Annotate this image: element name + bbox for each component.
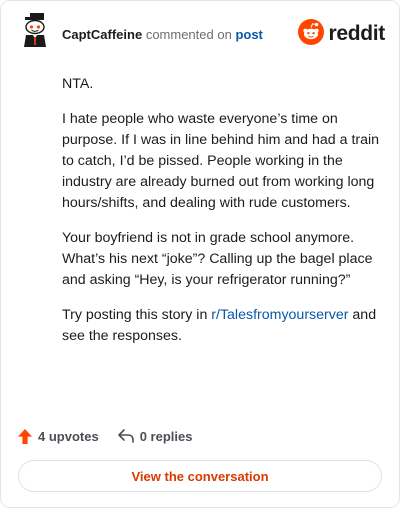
reply-button[interactable]: 0 replies	[117, 428, 193, 444]
upvote-arrow-icon	[17, 428, 33, 445]
comment-card: CaptCaffeine commented on post reddit NT…	[0, 0, 400, 508]
subreddit-link[interactable]: r/Talesfromyourserver	[211, 307, 348, 323]
reply-arrow-icon	[117, 428, 135, 444]
comment-paragraph: Your boyfriend is not in grade school an…	[62, 230, 373, 288]
comment-header: CaptCaffeine commented on post reddit	[1, 1, 399, 65]
comment-actions: 4 upvotes 0 replies	[17, 425, 192, 447]
view-conversation-button[interactable]: View the conversation	[18, 460, 382, 492]
post-link[interactable]: post	[235, 27, 262, 42]
comment-meta: CaptCaffeine commented on post	[62, 27, 263, 42]
comment-text: Try posting this story in	[62, 307, 212, 323]
snoo-avatar-icon[interactable]	[16, 12, 52, 48]
comment-paragraph: NTA.	[62, 76, 94, 92]
comment-body: NTA. I hate people who waste everyone’s …	[62, 74, 382, 361]
reddit-brand[interactable]: reddit	[298, 18, 385, 50]
upvote-button[interactable]: 4 upvotes	[17, 428, 99, 445]
comment-paragraph: I hate people who waste everyone’s time …	[62, 111, 380, 211]
comment-action-text: commented on	[145, 27, 232, 42]
comment-author[interactable]: CaptCaffeine	[62, 27, 142, 42]
reddit-logo-icon	[298, 18, 325, 50]
upvote-count: 4 upvotes	[38, 428, 99, 444]
comment-paragraph: Try posting this story in r/Talesfromyou…	[62, 305, 382, 347]
reddit-wordmark: reddit	[328, 22, 385, 45]
reply-count: 0 replies	[139, 428, 193, 444]
